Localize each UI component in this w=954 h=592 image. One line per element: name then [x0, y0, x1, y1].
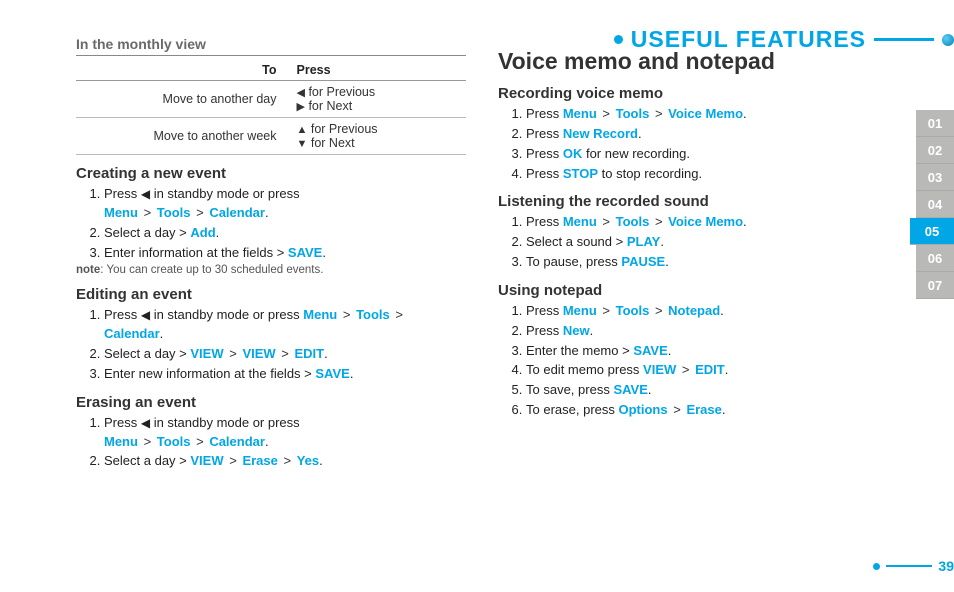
list-item: Press ◀ in standby mode or press Menu > … — [104, 306, 466, 344]
list-item: Press New Record. — [526, 125, 868, 144]
list-item: To edit memo press VIEW > EDIT. — [526, 361, 868, 380]
left-arrow-icon: ◀ — [141, 187, 150, 201]
left-arrow-icon: ◀ — [141, 308, 150, 322]
kw-tools: Tools — [157, 205, 191, 220]
list-item: Press STOP to stop recording. — [526, 165, 868, 184]
list-item: Select a day > VIEW > Erase > Yes. — [104, 452, 466, 471]
creating-heading: Creating a new event — [76, 165, 466, 182]
recording-heading: Recording voice memo — [498, 85, 868, 102]
list-item: To pause, press PAUSE. — [526, 253, 868, 272]
list-item: Select a day > Add. — [104, 224, 466, 243]
list-item: Enter information at the fields > SAVE. — [104, 244, 466, 263]
page-footer: 39 — [873, 558, 954, 574]
note-text: note: You can create up to 30 scheduled … — [76, 264, 466, 276]
erasing-steps: Press ◀ in standby mode or press Menu > … — [104, 414, 466, 472]
editing-steps: Press ◀ in standby mode or press Menu > … — [104, 306, 466, 383]
list-item: Select a sound > PLAY. — [526, 233, 868, 252]
kw-save: SAVE — [288, 245, 322, 260]
creating-steps: Press ◀ in standby mode or press Menu > … — [104, 185, 466, 262]
listening-heading: Listening the recorded sound — [498, 193, 868, 210]
list-item: Press Menu > Tools > Notepad. — [526, 302, 868, 321]
arrow-icon: ◀ — [297, 88, 305, 99]
footer-line-icon — [886, 565, 932, 567]
list-item: Press Menu > Tools > Voice Memo. — [526, 213, 868, 232]
list-item: To save, press SAVE. — [526, 381, 868, 400]
voice-memo-title: Voice memo and notepad — [498, 48, 868, 75]
notepad-steps: Press Menu > Tools > Notepad. Press New.… — [526, 302, 868, 420]
erasing-heading: Erasing an event — [76, 394, 466, 411]
kw-add: Add — [190, 225, 215, 240]
page-number: 39 — [938, 558, 954, 574]
arrow-icon: ▲ — [297, 125, 308, 136]
table-row: Move to another week▲ for Previous▼ for … — [76, 118, 466, 155]
th-press: Press — [291, 60, 467, 81]
kw-menu: Menu — [104, 205, 138, 220]
list-item: Press New. — [526, 322, 868, 341]
list-item: Enter the memo > SAVE. — [526, 342, 868, 361]
monthly-view-heading: In the monthly view — [76, 36, 466, 56]
list-item: To erase, press Options > Erase. — [526, 401, 868, 420]
arrow-icon: ▼ — [297, 139, 308, 150]
keymap-keys: ◀ for Previous▶ for Next — [291, 81, 467, 118]
table-row: Move to another day◀ for Previous▶ for N… — [76, 81, 466, 118]
keymap-keys: ▲ for Previous▼ for Next — [291, 118, 467, 155]
editing-heading: Editing an event — [76, 286, 466, 303]
list-item: Press OK for new recording. — [526, 145, 868, 164]
list-item: Press Menu > Tools > Voice Memo. — [526, 105, 868, 124]
th-to: To — [76, 60, 291, 81]
left-arrow-icon: ◀ — [141, 416, 150, 430]
recording-steps: Press Menu > Tools > Voice Memo. Press N… — [526, 105, 868, 183]
list-item: Enter new information at the fields > SA… — [104, 365, 466, 384]
footer-dot-icon — [873, 563, 880, 570]
keymap-table: To Press Move to another day◀ for Previo… — [76, 60, 466, 155]
list-item: Press ◀ in standby mode or press Menu > … — [104, 414, 466, 452]
list-item: Press ◀ in standby mode or press Menu > … — [104, 185, 466, 223]
arrow-icon: ▶ — [297, 102, 305, 113]
keymap-action: Move to another day — [76, 81, 291, 118]
keymap-action: Move to another week — [76, 118, 291, 155]
left-column: In the monthly view To Press Move to ano… — [76, 36, 466, 472]
right-column: Voice memo and notepad Recording voice m… — [498, 36, 868, 472]
listening-steps: Press Menu > Tools > Voice Memo. Select … — [526, 213, 868, 272]
notepad-heading: Using notepad — [498, 282, 868, 299]
kw-calendar: Calendar — [209, 205, 265, 220]
list-item: Select a day > VIEW > VIEW > EDIT. — [104, 345, 466, 364]
